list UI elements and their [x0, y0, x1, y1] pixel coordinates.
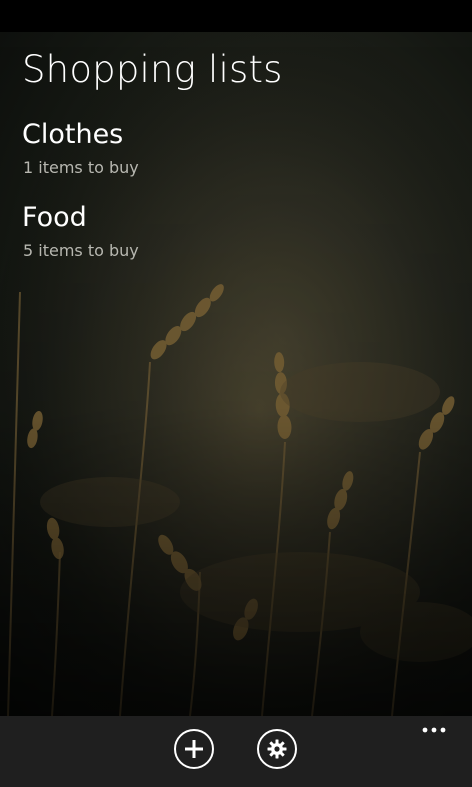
list-item-count: 5 items to buy [23, 241, 139, 260]
page-title: Shopping lists [22, 48, 283, 91]
phone-screen: Shopping lists Clothes 1 items to buy Fo… [0, 0, 472, 787]
settings-button[interactable] [257, 729, 297, 769]
list-item-food[interactable]: Food 5 items to buy [22, 201, 322, 260]
add-list-button[interactable] [174, 729, 214, 769]
app-bar [0, 716, 472, 787]
list-item-count: 1 items to buy [23, 158, 139, 177]
add-icon [185, 740, 203, 758]
status-bar [0, 0, 472, 32]
list-name: Food [22, 202, 87, 233]
more-options-button[interactable] [420, 720, 450, 740]
list-name: Clothes [22, 119, 124, 150]
more-dots-icon [422, 727, 446, 733]
list-item-clothes[interactable]: Clothes 1 items to buy [22, 118, 322, 177]
gear-icon [267, 739, 287, 759]
